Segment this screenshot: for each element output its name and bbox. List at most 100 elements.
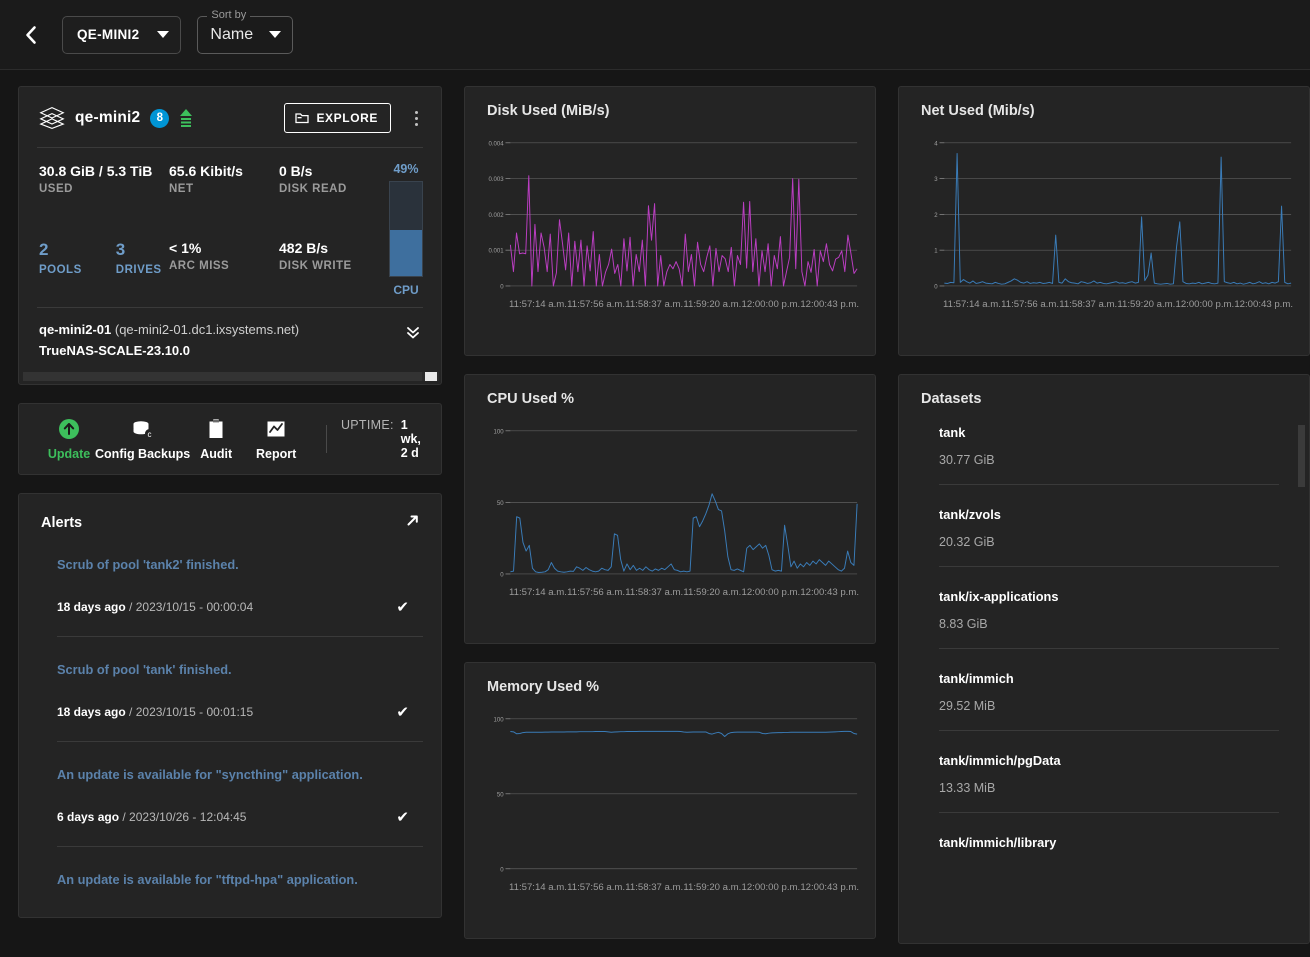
y-tick-label: 0.004: [488, 141, 504, 147]
alert-item[interactable]: Scrub of pool 'tank' finished. 18 days a…: [41, 661, 423, 721]
stat-used-value: 30.8 GiB / 5.3 TiB: [39, 162, 169, 181]
alert-absolute-time: / 2023/10/26 - 12:04:45: [122, 810, 246, 824]
x-tick-label: 11:57:56 a.m.: [567, 587, 625, 598]
dataset-item[interactable]: tank/immich/pgData13.33 MiB: [921, 753, 1295, 795]
dataset-separator: [939, 812, 1279, 813]
x-tick-label: 12:00:00 p.m.: [1176, 299, 1235, 310]
dataset-separator: [939, 730, 1279, 731]
dataset-name: tank/ix-applications: [939, 589, 1295, 604]
sort-by-label: Sort by: [207, 9, 250, 21]
scrollbar-end-marker: [425, 372, 437, 381]
action-report[interactable]: Report: [246, 417, 306, 461]
stat-grid: 30.8 GiB / 5.3 TiB USED 65.6 Kibit/s NET…: [39, 162, 379, 297]
uptime-value: 1 wk, 2 d: [401, 418, 427, 460]
check-icon[interactable]: ✔: [396, 703, 409, 721]
x-tick-label: 11:59:20 a.m.: [683, 882, 741, 893]
x-tick-label: 11:58:37 a.m.: [1059, 299, 1117, 310]
action-update[interactable]: Update: [39, 417, 99, 461]
cpu-gauge-label: CPU: [393, 283, 418, 297]
action-audit-label: Audit: [200, 447, 232, 461]
y-tick-label: 3: [934, 177, 938, 183]
action-audit[interactable]: Audit: [186, 417, 246, 461]
x-tick-label: 12:00:43 p.m.: [1234, 299, 1293, 310]
system-card-hscrollbar[interactable]: [23, 372, 439, 381]
y-tick-label: 100: [494, 717, 505, 723]
scrollbar-thumb[interactable]: [23, 372, 422, 381]
x-tick-label: 11:57:56 a.m.: [567, 882, 625, 893]
datasets-card: Datasets tank30.77 GiB tank/zvols20.32 Gi…: [898, 374, 1310, 944]
stat-net-value: 65.6 Kibit/s: [169, 162, 279, 181]
alert-item[interactable]: Scrub of pool 'tank2' finished. 18 days …: [41, 556, 423, 616]
dataset-item[interactable]: tank/immich/library: [921, 835, 1295, 850]
system-stats: E 30.8 GiB / 5.3 TiB USED 65.6 Kibit/s N…: [19, 148, 441, 307]
alert-item[interactable]: An update is available for "syncthing" a…: [41, 766, 423, 826]
x-tick-label: 11:59:20 a.m.: [683, 299, 741, 310]
clipboard-icon: [207, 417, 225, 441]
dataset-item[interactable]: tank30.77 GiB: [921, 425, 1295, 467]
dataset-size: 29.52 MiB: [939, 699, 1295, 713]
explore-button[interactable]: EXPLORE: [284, 103, 391, 133]
y-tick-label: 1: [934, 249, 938, 255]
back-button[interactable]: [16, 20, 46, 50]
sort-by-value: Name: [210, 26, 253, 44]
datasets-scrollbar[interactable]: [1298, 425, 1305, 487]
open-in-new-icon[interactable]: [402, 510, 423, 536]
chart-area: 01234: [921, 135, 1295, 296]
system-select[interactable]: QE-MINI2: [62, 16, 181, 54]
alert-relative-time: 18 days ago: [57, 705, 126, 719]
x-tick-label: 11:58:37 a.m.: [625, 299, 683, 310]
chart-title: CPU Used %: [487, 391, 861, 407]
sort-by-select[interactable]: Sort by Name: [197, 16, 293, 54]
x-tick-label: 11:57:14 a.m.: [943, 299, 1001, 310]
dataset-item[interactable]: tank/immich29.52 MiB: [921, 671, 1295, 713]
right-column: Net Used (Mib/s) 01234 11:57:14 a.m.11:5…: [898, 86, 1310, 944]
chart-series-line: [510, 494, 857, 573]
y-tick-label: 4: [934, 141, 938, 147]
stat-used-label: USED: [39, 183, 169, 195]
chart-card-memory-used: Memory Used % 050100 11:57:14 a.m.11:57:…: [464, 662, 876, 939]
version-line: TrueNAS-SCALE-23.10.0: [39, 343, 399, 358]
dataset-item[interactable]: tank/ix-applications8.83 GiB: [921, 589, 1295, 631]
folder-icon: [295, 112, 309, 124]
check-icon[interactable]: ✔: [396, 598, 409, 616]
stat-disk-read: 0 B/s DISK READ: [279, 162, 379, 215]
chart-series-line: [510, 731, 857, 736]
alert-item[interactable]: An update is available for "tftpd-hpa" a…: [41, 871, 423, 889]
status-badge[interactable]: 8: [150, 109, 169, 128]
y-tick-label: 0.001: [488, 249, 504, 255]
x-tick-label: 11:58:37 a.m.: [625, 587, 683, 598]
top-toolbar: QE-MINI2 Sort by Name: [0, 0, 1310, 70]
system-name: qe-mini2: [75, 109, 140, 127]
cpu-gauge-fill: [390, 230, 422, 276]
alert-message: Scrub of pool 'tank2' finished.: [57, 556, 423, 574]
chart-series-line: [944, 154, 1291, 285]
alert-relative-time: 18 days ago: [57, 600, 126, 614]
check-icon[interactable]: ✔: [396, 808, 409, 826]
dataset-separator: [939, 484, 1279, 485]
alerts-title: Alerts: [41, 515, 82, 531]
stat-used: 30.8 GiB / 5.3 TiB USED: [39, 162, 169, 215]
chart-card-cpu-used: CPU Used % 050100 11:57:14 a.m.11:57:56 …: [464, 374, 876, 644]
x-tick-label: 11:57:14 a.m.: [509, 882, 567, 893]
system-card-footer: qe-mini2-01 (qe-mini2-01.dc1.ixsystems.n…: [19, 308, 441, 370]
stat-net-label: NET: [169, 183, 279, 195]
dataset-size: 30.77 GiB: [939, 453, 1295, 467]
kebab-menu-icon[interactable]: [405, 105, 427, 131]
dataset-name: tank/immich/pgData: [939, 753, 1295, 768]
stat-drives-label: DRIVES: [116, 264, 162, 276]
dataset-item[interactable]: tank/zvols20.32 GiB: [921, 507, 1295, 549]
stat-arc-miss-value: < 1%: [169, 239, 279, 258]
stat-pools-value: 2: [39, 239, 82, 262]
line-chart-cpu-used: 050100: [487, 423, 861, 584]
system-card-header: qe-mini2 8 EXPLORE: [19, 87, 441, 147]
chevron-double-down-icon[interactable]: [399, 322, 427, 347]
alert-meta-row: 18 days ago / 2023/10/15 - 00:00:04 ✔: [57, 598, 423, 616]
alert-separator: [57, 846, 423, 847]
y-tick-label: 0.002: [488, 213, 504, 219]
datasets-title: Datasets: [921, 391, 1309, 407]
chart-title: Net Used (Mib/s): [921, 103, 1295, 119]
stat-disk-write: 482 B/s DISK WRITE: [279, 239, 379, 297]
action-config-backups[interactable]: c Config Backups: [99, 417, 186, 461]
chart-area: 050100: [487, 423, 861, 584]
stat-pools-label: POOLS: [39, 264, 82, 276]
